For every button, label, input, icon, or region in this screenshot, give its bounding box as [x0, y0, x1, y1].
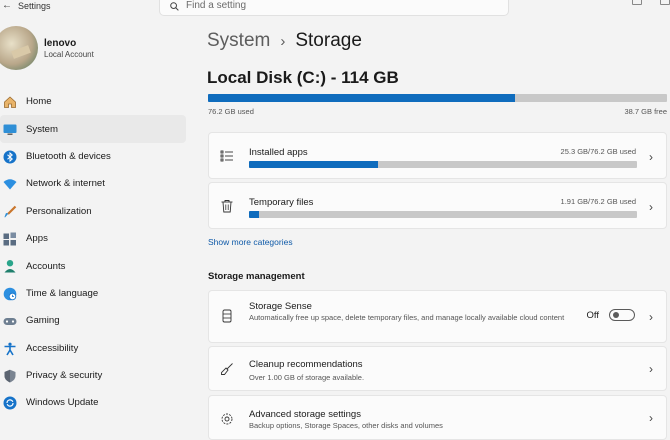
advanced-storage-settings-card[interactable]: Advanced storage settings Backup options… [208, 395, 667, 440]
storage-sense-title: Storage Sense [249, 301, 312, 312]
chevron-right-icon: › [649, 150, 653, 164]
back-arrow-icon[interactable]: ← [2, 0, 12, 11]
sidebar-item-accounts[interactable]: Accounts [0, 252, 190, 279]
category-usage-fill [249, 161, 378, 168]
monitor-icon [3, 122, 17, 136]
storage-drive-icon [220, 309, 234, 328]
category-title: Temporary files [249, 197, 314, 208]
sidebar-item-bluetooth[interactable]: Bluetooth & devices [0, 143, 190, 170]
disk-title: Local Disk (C:) - 114 GB [207, 68, 399, 87]
accessibility-icon [3, 342, 17, 356]
sidebar-item-label: Accounts [26, 260, 66, 272]
gear-icon [220, 412, 234, 431]
chevron-right-icon: › [649, 310, 653, 324]
gamepad-icon [3, 314, 17, 328]
chevron-right-icon: › [649, 411, 653, 425]
storage-sense-description: Automatically free up space, delete temp… [249, 313, 565, 322]
storage-management-heading: Storage management [208, 271, 305, 282]
sidebar-item-privacy[interactable]: Privacy & security [0, 362, 190, 389]
sidebar-item-label: Home [26, 96, 52, 108]
apps-icon [3, 232, 17, 246]
category-usage-fill [249, 211, 259, 218]
sidebar-item-label: Privacy & security [26, 370, 103, 382]
bluetooth-icon [3, 150, 17, 164]
storage-sense-toggle[interactable] [609, 309, 635, 321]
trash-icon [220, 199, 234, 218]
main-content: System › Storage Local Disk (C:) - 114 GB … [190, 0, 670, 440]
sidebar-item-label: System [26, 123, 58, 135]
avatar [0, 26, 38, 70]
category-usage: 1.91 GB/76.2 GB used [560, 197, 636, 206]
sidebar-item-home[interactable]: Home [0, 88, 190, 115]
breadcrumb-separator: › [280, 33, 286, 50]
breadcrumb: System › Storage [207, 30, 362, 52]
sidebar-item-windows-update[interactable]: Windows Update [0, 389, 190, 416]
sidebar-item-label: Apps [26, 233, 48, 245]
sidebar-item-label: Time & language [26, 287, 99, 299]
cleanup-title: Cleanup recommendations [249, 359, 363, 370]
sidebar-item-label: Personalization [26, 205, 92, 217]
shield-icon [3, 369, 17, 383]
sidebar-nav: Home System Bluetooth & devices Network … [0, 88, 190, 417]
disk-usage-fill [208, 94, 515, 102]
sidebar-item-system[interactable]: System [0, 115, 186, 143]
category-title: Installed apps [249, 147, 308, 158]
sidebar-item-gaming[interactable]: Gaming [0, 307, 190, 334]
storage-sense-toggle-label: Off [586, 310, 600, 321]
sidebar-item-personalization[interactable]: Personalization [0, 198, 190, 225]
page-title: Storage [295, 30, 362, 51]
sidebar-item-label: Windows Update [26, 397, 99, 409]
wifi-icon [3, 177, 17, 191]
chevron-right-icon: › [649, 362, 653, 376]
app-title: Settings [18, 1, 51, 11]
sidebar-item-time-language[interactable]: Time & language [0, 280, 190, 307]
advanced-storage-description: Backup options, Storage Spaces, other di… [249, 421, 443, 430]
cleanup-description: Over 1.00 GB of storage available. [249, 373, 365, 382]
breadcrumb-parent[interactable]: System [207, 30, 270, 51]
sidebar-item-network[interactable]: Network & internet [0, 170, 190, 197]
disk-used-label: 76.2 GB used [208, 107, 254, 116]
home-icon [3, 95, 17, 109]
category-usage: 25.3 GB/76.2 GB used [560, 147, 636, 156]
sidebar-item-label: Gaming [26, 315, 60, 327]
list-icon [220, 149, 234, 168]
user-profile[interactable]: lenovo Local Account [0, 26, 190, 72]
category-installed-apps[interactable]: Installed apps 25.3 GB/76.2 GB used › [208, 132, 667, 179]
search-icon [170, 2, 179, 11]
sidebar-item-label: Bluetooth & devices [26, 150, 111, 162]
user-account-type: Local Account [44, 50, 94, 59]
update-icon [3, 396, 17, 410]
show-more-categories-link[interactable]: Show more categories [208, 237, 293, 247]
category-usage-bar [249, 161, 637, 168]
disk-usage-bar [208, 94, 667, 102]
category-temporary-files[interactable]: Temporary files 1.91 GB/76.2 GB used › [208, 182, 667, 229]
storage-sense-card[interactable]: Storage Sense Automatically free up spac… [208, 290, 667, 343]
cleanup-recommendations-card[interactable]: Cleanup recommendations Over 1.00 GB of … [208, 346, 667, 391]
chevron-right-icon: › [649, 200, 653, 214]
broom-icon [220, 362, 234, 381]
user-name: lenovo [44, 38, 77, 49]
sidebar-item-label: Accessibility [26, 342, 79, 354]
globe-clock-icon [3, 287, 17, 301]
sidebar-item-label: Network & internet [26, 178, 105, 190]
brush-icon [3, 205, 17, 219]
advanced-storage-title: Advanced storage settings [249, 409, 361, 420]
sidebar-item-apps[interactable]: Apps [0, 225, 190, 252]
disk-free-label: 38.7 GB free [624, 107, 667, 116]
person-icon [3, 259, 17, 273]
category-usage-bar [249, 211, 637, 218]
sidebar-item-accessibility[interactable]: Accessibility [0, 335, 190, 362]
